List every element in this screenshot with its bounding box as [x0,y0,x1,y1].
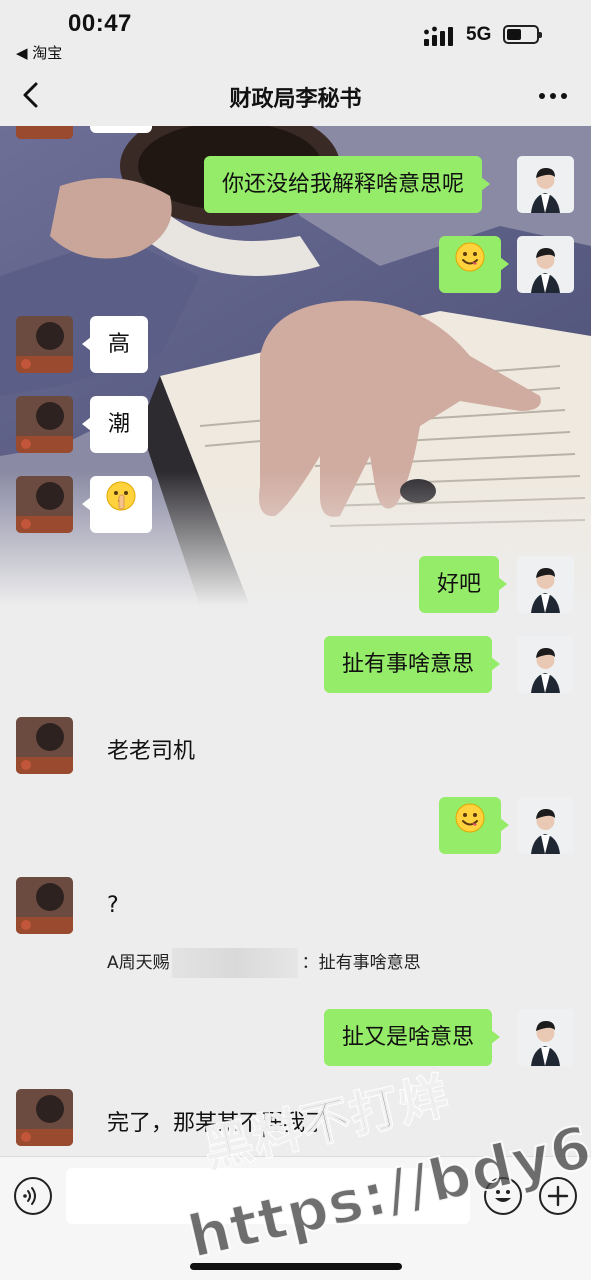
quote-text: 扯有事啥意思 [318,953,421,973]
plus-icon[interactable] [539,1177,577,1215]
quoted-message[interactable]: A周天赐 ：扯有事啥意思 [107,948,421,978]
blurred-redaction [171,948,298,978]
quote-separator: ： [301,953,319,973]
message-list[interactable]: 你还没给我解释啥意思呢 高 潮 好吧 扯有事啥意思 老老司机 ? A周天赐 ：扯… [0,126,591,1156]
message-bubble[interactable]: 潮 [81,396,149,453]
message-bubble[interactable]: 好吧 [419,556,508,613]
contact-avatar[interactable] [16,717,73,774]
my-avatar[interactable] [517,236,574,293]
contact-avatar[interactable] [16,396,73,453]
contact-avatar[interactable] [16,126,73,139]
contact-avatar[interactable] [16,316,73,373]
grinning-emoji-icon [455,798,485,855]
my-avatar[interactable] [517,797,574,854]
message-bubble-emoji[interactable] [82,476,152,534]
message-text: 好吧 [437,572,482,597]
chat-title: 财政局李秘书 [229,87,362,112]
battery-icon [503,25,542,44]
my-avatar[interactable] [517,556,574,613]
my-avatar[interactable] [517,156,574,213]
message-text: 高 [108,332,131,357]
message-bubble-partial[interactable] [90,126,152,133]
message-bubble[interactable]: 扯又是啥意思 [324,1009,501,1066]
contact-avatar[interactable] [16,1089,73,1146]
return-to-app-link[interactable]: ◀ 淘宝 [16,42,62,63]
message-text: 潮 [108,412,131,437]
signal-icon [424,26,453,46]
shushing-emoji-icon [105,477,137,534]
message-bubble[interactable]: 扯有事啥意思 [324,636,501,693]
input-bar [0,1156,591,1280]
message-text[interactable]: ? [107,893,119,918]
more-icon[interactable] [537,93,569,101]
voice-icon[interactable] [14,1177,52,1215]
quote-author: A周天赐 [107,953,170,973]
message-text: 扯有事啥意思 [342,652,475,677]
message-text[interactable]: 老老司机 [107,733,195,765]
message-text[interactable]: 完了，那某某不理我了 [107,1105,327,1137]
contact-avatar[interactable] [16,476,73,533]
status-bar: 00:47 ◀ 淘宝 5G [0,0,591,64]
grinning-emoji-icon [455,237,485,294]
message-bubble[interactable]: 你还没给我解释啥意思呢 [204,156,491,213]
contact-avatar[interactable] [16,877,73,934]
network-type: 5G [466,24,492,45]
message-text: 你还没给我解释啥意思呢 [222,172,465,197]
home-indicator[interactable] [190,1263,402,1270]
clock: 00:47 [68,10,132,37]
my-avatar[interactable] [517,1009,574,1066]
message-input[interactable] [66,1168,470,1224]
message-bubble-emoji[interactable] [439,797,509,855]
message-bubble[interactable]: 高 [81,316,149,373]
emoji-icon[interactable] [484,1177,522,1215]
chat-header: 财政局李秘书 [0,64,591,126]
my-avatar[interactable] [517,636,574,693]
message-text: 扯又是啥意思 [342,1025,475,1050]
message-bubble-emoji[interactable] [439,236,509,294]
